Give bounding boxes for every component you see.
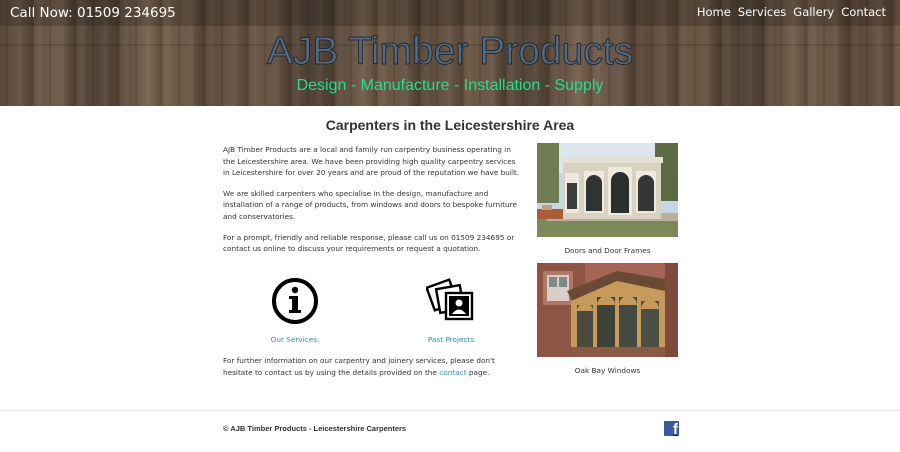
call-now-text: Call Now: 01509 234695 <box>10 5 176 21</box>
closing-paragraph: For further information on our carpentry… <box>223 355 523 378</box>
nav-gallery[interactable]: Gallery <box>793 5 834 19</box>
main-nav: Home Services Gallery Contact <box>697 5 886 19</box>
intro-paragraph-2: We are skilled carpenters who specialise… <box>223 188 517 221</box>
nav-services[interactable]: Services <box>738 5 787 19</box>
top-bar: Call Now: 01509 234695 Home Services Gal… <box>0 0 900 26</box>
past-projects-link[interactable]: Past Projects <box>428 335 474 344</box>
our-services-link[interactable]: Our Services. <box>271 335 320 344</box>
intro-paragraph-1: AJB Timber Products are a local and fami… <box>223 145 520 178</box>
site-tagline: Design - Manufacture - Installation - Su… <box>296 77 604 94</box>
feature-past-projects[interactable]: Past Projects <box>386 275 516 346</box>
info-icon[interactable] <box>230 275 360 327</box>
contact-inline-link[interactable]: contact <box>439 368 466 377</box>
site-logo-title[interactable]: AJB Timber Products <box>0 30 900 74</box>
nav-contact[interactable]: Contact <box>841 5 886 19</box>
intro-content: AJB Timber Products are a local and fami… <box>223 144 523 264</box>
footer-divider <box>0 410 900 411</box>
page-title: Carpenters in the Leicestershire Area <box>325 117 575 133</box>
caption-oak-bay-windows: Oak Bay Windows <box>574 366 641 375</box>
facebook-icon[interactable]: f <box>664 421 679 436</box>
photo-doors-door-frames[interactable] <box>537 143 678 237</box>
photos-icon[interactable] <box>386 275 516 327</box>
nav-home[interactable]: Home <box>697 5 731 19</box>
closing-text-end: page. <box>466 367 490 377</box>
intro-paragraph-3: For a prompt, friendly and reliable resp… <box>223 232 515 254</box>
photo-oak-bay-windows[interactable] <box>537 263 678 357</box>
caption-doors-door-frames: Doors and Door Frames <box>564 246 651 255</box>
feature-our-services[interactable]: Our Services. <box>230 275 360 346</box>
footer-copyright: © AJB Timber Products - Leicestershire C… <box>223 424 407 433</box>
site-header: Call Now: 01509 234695 Home Services Gal… <box>0 0 900 106</box>
